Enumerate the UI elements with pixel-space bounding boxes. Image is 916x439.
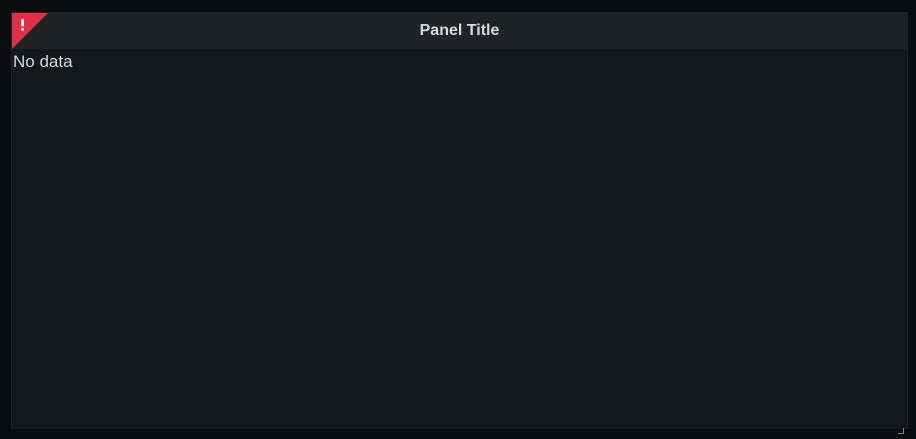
panel: Panel Title No data [11,12,908,434]
panel-error-indicator[interactable] [12,13,48,49]
panel-header[interactable]: Panel Title [12,13,907,49]
exclamation-icon [12,13,48,49]
panel-body: No data [12,49,907,429]
panel-title[interactable]: Panel Title [12,13,907,49]
no-data-message: No data [13,52,73,71]
resize-handle-icon[interactable] [898,421,904,434]
